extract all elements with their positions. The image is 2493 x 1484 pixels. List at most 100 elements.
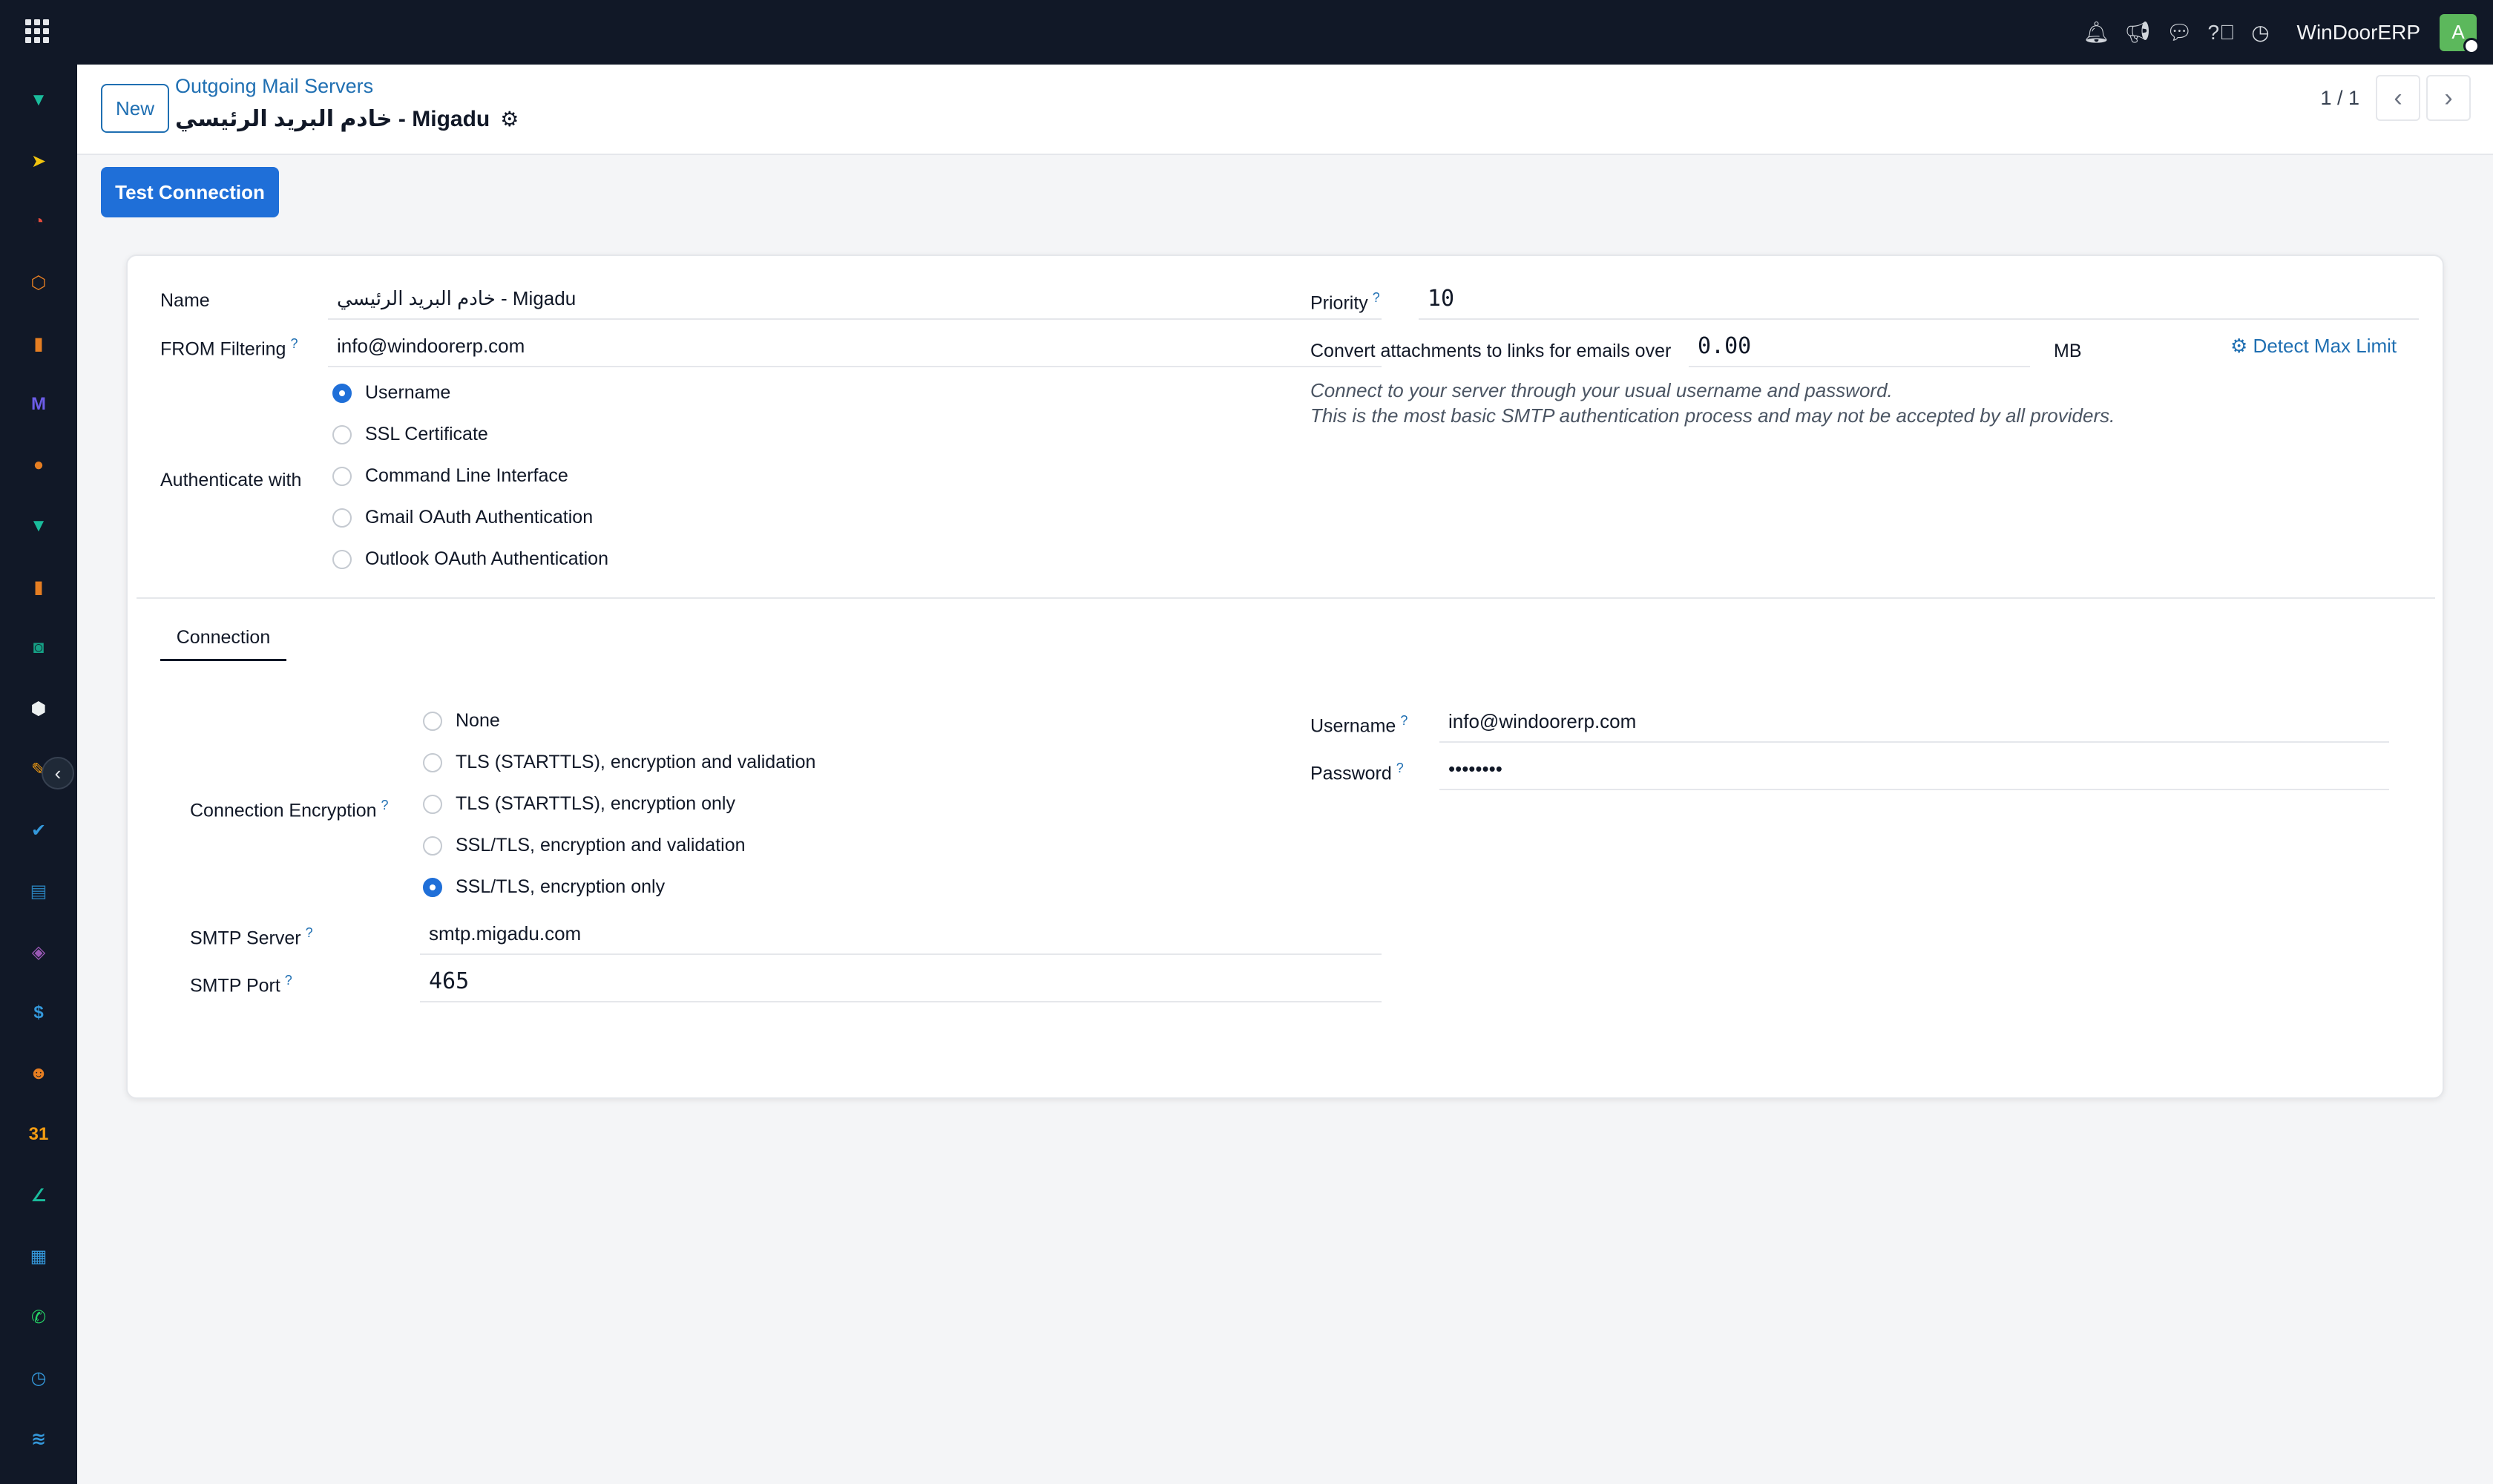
knowledge-app-icon[interactable]: ▤ xyxy=(24,876,53,906)
radio-label: Outlook OAuth Authentication xyxy=(365,548,608,569)
pager: 1 / 1 ‹ › xyxy=(2320,75,2471,121)
radio-option[interactable]: SSL/TLS, encryption and validation xyxy=(423,835,746,856)
password-input[interactable]: •••••••• xyxy=(1439,749,2389,790)
employees-app-icon[interactable]: ☻ xyxy=(24,1059,53,1089)
radio-label: Username xyxy=(365,382,451,403)
help-tooltip-icon[interactable]: ? xyxy=(290,336,298,351)
product-app-icon[interactable]: ⬢ xyxy=(24,694,53,723)
contacts-app-icon[interactable]: ◙ xyxy=(24,633,53,663)
radio-label: SSL/TLS, encryption only xyxy=(456,876,666,897)
attachment-unit-label: MB xyxy=(2054,341,2082,361)
tab-divider xyxy=(137,597,2435,599)
apps-store-app-icon[interactable]: ◈ xyxy=(24,937,53,967)
calendar-app-icon[interactable]: 31 xyxy=(24,1120,53,1149)
inventory-app-icon[interactable]: ⬡ xyxy=(24,268,53,298)
help-icon[interactable]: ?⃝ xyxy=(2208,22,2236,43)
breadcrumb-outgoing-mail-servers[interactable]: Outgoing Mail Servers xyxy=(175,75,373,98)
test-connection-button[interactable]: Test Connection xyxy=(101,167,279,217)
help-tooltip-icon[interactable]: ? xyxy=(1400,713,1408,728)
website-app-icon[interactable]: ≋ xyxy=(24,1424,53,1454)
whatsapp-app-icon[interactable]: ✆ xyxy=(24,1302,53,1332)
auth-help-text: Connect to your server through your usua… xyxy=(1310,378,2115,428)
record-title-text: خادم البريد الرئيسي - Migadu xyxy=(175,107,490,131)
radio-option[interactable]: TLS (STARTTLS), encryption only xyxy=(423,793,735,815)
convert-attachments-label: Convert attachments to links for emails … xyxy=(1310,341,1672,361)
apps-menu-icon[interactable] xyxy=(25,19,49,43)
from-filtering-input[interactable]: info@windoorerp.com xyxy=(328,326,1382,367)
radio-option[interactable]: Outlook OAuth Authentication xyxy=(332,548,608,570)
new-button[interactable]: New xyxy=(101,84,169,133)
timer-app-icon[interactable]: ◷ xyxy=(24,1363,53,1393)
tab-connection[interactable]: Connection xyxy=(160,617,286,661)
name-label: Name xyxy=(160,290,210,311)
company-switcher[interactable]: WinDoorERP xyxy=(2297,21,2420,45)
send-app-icon[interactable]: ➤ xyxy=(24,146,53,176)
radio-unchecked[interactable] xyxy=(332,424,352,444)
auth-help-line-2: This is the most basic SMTP authenticati… xyxy=(1310,404,2115,427)
radio-option[interactable]: None xyxy=(423,710,500,732)
help-tooltip-icon[interactable]: ? xyxy=(285,973,292,988)
record-title: خادم البريد الرئيسي - Migadu ⚙ xyxy=(175,106,519,132)
radio-checked[interactable] xyxy=(423,877,442,897)
radio-option[interactable]: TLS (STARTTLS), encryption and validatio… xyxy=(423,752,815,773)
help-tooltip-icon[interactable]: ? xyxy=(1373,290,1380,305)
form-sheet: Name خادم البريد الرئيسي - Migadu FROM F… xyxy=(126,255,2444,1099)
smtp-server-input[interactable]: smtp.migadu.com xyxy=(420,913,1382,955)
priority-input[interactable]: 10 xyxy=(1419,278,2419,320)
detect-max-limit-button[interactable]: ⚙ Detect Max Limit xyxy=(2230,335,2397,358)
radio-unchecked[interactable] xyxy=(423,752,442,772)
smtp-port-input[interactable]: 465 xyxy=(420,961,1382,1002)
radio-option[interactable]: Username xyxy=(332,382,450,404)
live-chat-app-icon[interactable]: ● xyxy=(24,450,53,480)
clock-icon[interactable]: ◷ xyxy=(2250,22,2272,43)
pager-next-button[interactable]: › xyxy=(2426,75,2471,121)
radio-label: None xyxy=(456,710,500,731)
radio-unchecked[interactable] xyxy=(423,794,442,814)
detect-max-limit-label: Detect Max Limit xyxy=(2253,335,2397,357)
radio-unchecked[interactable] xyxy=(332,549,352,569)
bell-icon[interactable]: 🔔︎ xyxy=(2083,22,2110,43)
project-app-icon[interactable]: ▼ xyxy=(24,511,53,541)
radio-option[interactable]: Gmail OAuth Authentication xyxy=(332,507,593,528)
discuss-app-icon[interactable]: ▼ xyxy=(24,85,53,115)
chat-icon[interactable]: 💬︎ xyxy=(2167,22,2193,43)
gear-icon[interactable]: ⚙ xyxy=(500,107,519,131)
radio-option[interactable]: Command Line Interface xyxy=(332,465,568,487)
auth-help-line-1: Connect to your server through your usua… xyxy=(1310,379,1893,401)
radio-option[interactable]: SSL/TLS, encryption only xyxy=(423,876,665,898)
help-tooltip-icon[interactable]: ? xyxy=(306,925,313,940)
connection-encryption-label: Connection Encryption? xyxy=(190,798,389,821)
status-dot xyxy=(2463,37,2480,54)
dashboard-app-icon[interactable]: ◔ xyxy=(24,207,53,237)
reports-app-icon[interactable]: ▮ xyxy=(24,329,53,358)
radio-label: Command Line Interface xyxy=(365,465,568,486)
radio-unchecked[interactable] xyxy=(423,711,442,731)
collapse-sidebar-button[interactable]: ‹ xyxy=(42,757,74,789)
attachment-limit-input[interactable]: 0.00 xyxy=(1689,326,2030,367)
priority-label: Priority? xyxy=(1310,290,1380,314)
pager-value[interactable]: 1 / 1 xyxy=(2320,87,2359,110)
help-tooltip-icon[interactable]: ? xyxy=(1396,761,1404,775)
payroll-app-icon[interactable]: $ xyxy=(24,998,53,1028)
megaphone-icon[interactable]: 📢︎ xyxy=(2125,22,2152,43)
radio-unchecked[interactable] xyxy=(332,466,352,486)
accounting-app-icon[interactable]: ▮ xyxy=(24,572,53,602)
radio-unchecked[interactable] xyxy=(332,508,352,528)
password-label: Password? xyxy=(1310,761,1404,784)
radio-option[interactable]: SSL Certificate xyxy=(332,424,488,445)
pager-previous-button[interactable]: ‹ xyxy=(2376,75,2420,121)
username-label: Username? xyxy=(1310,713,1408,737)
radio-label: Gmail OAuth Authentication xyxy=(365,507,594,528)
dashboards-app-icon[interactable]: ▦ xyxy=(24,1241,53,1271)
sign-app-icon[interactable]: ∠ xyxy=(24,1181,53,1210)
help-tooltip-icon[interactable]: ? xyxy=(381,798,389,812)
mail-app-icon[interactable]: M xyxy=(24,390,53,419)
smtp-server-label: SMTP Server? xyxy=(190,925,313,949)
username-input[interactable]: info@windoorerp.com xyxy=(1439,701,2389,743)
user-avatar[interactable]: A xyxy=(2440,13,2480,54)
name-input[interactable]: خادم البريد الرئيسي - Migadu xyxy=(328,278,1382,320)
top-navbar: 🔔︎ 📢︎ 💬︎ ?⃝ ◷ WinDoorERP A xyxy=(0,0,2493,65)
radio-unchecked[interactable] xyxy=(423,835,442,856)
todo-app-icon[interactable]: ✔ xyxy=(24,815,53,845)
radio-checked[interactable] xyxy=(332,383,352,403)
